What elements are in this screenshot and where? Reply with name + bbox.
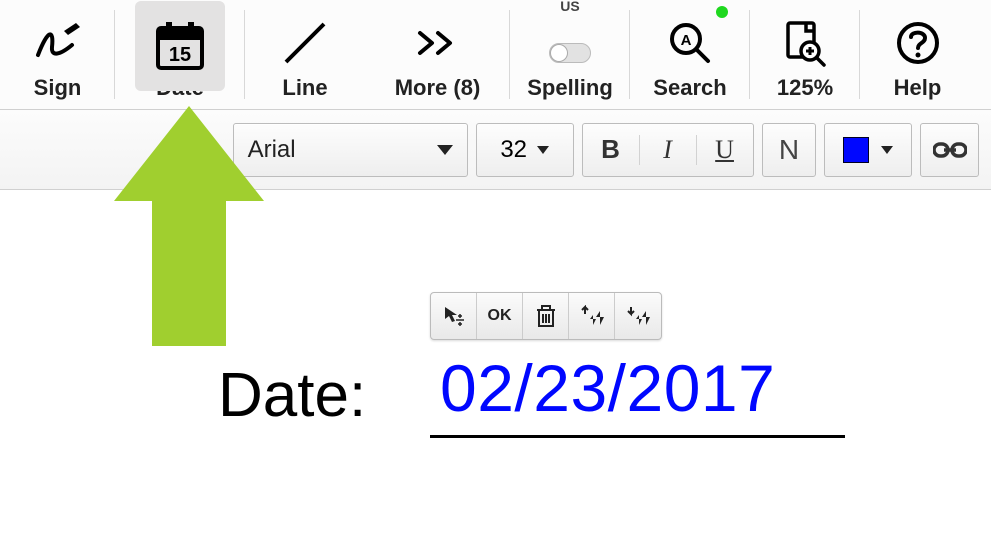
font-size-value: 32 [500,136,527,164]
decrease-icon [626,305,650,327]
color-swatch-icon [843,137,869,163]
help-button[interactable]: Help [860,0,975,109]
delete-button[interactable] [523,293,569,339]
trash-icon [536,305,556,327]
link-icon [933,140,967,160]
ok-button[interactable]: OK [477,293,523,339]
document-canvas[interactable]: OK Date: 02/23/2017 [0,190,991,549]
more-button[interactable]: More (8) [365,0,510,109]
calendar-icon: 15 [135,1,225,91]
chevron-down-icon [437,145,453,155]
sign-label: Sign [34,75,82,101]
date-field-underline [430,435,845,438]
text-color-dropdown[interactable] [824,123,912,177]
sign-icon [0,13,115,73]
zoom-label: 125% [777,75,833,101]
sign-button[interactable]: Sign [0,0,115,109]
font-name-value: Arial [248,136,296,164]
spelling-badge: US [560,0,579,14]
spelling-toggle-icon [510,13,630,73]
bold-button[interactable]: B [583,124,639,176]
format-toolbar-gap [0,110,233,189]
toggle-icon [549,43,591,63]
format-toolbar: Arial 32 B I U N [0,110,991,190]
normal-style-button[interactable]: N [762,123,817,177]
line-label: Line [282,75,327,101]
font-family-dropdown[interactable]: Arial [233,123,468,177]
date-icon-wrap: 15 [115,13,245,73]
search-label: Search [653,75,726,101]
chevron-down-icon [881,146,893,154]
more-label: More (8) [395,75,481,101]
chevron-down-icon [537,146,549,154]
increase-size-button[interactable] [569,293,615,339]
main-toolbar: Sign 15 Date Line More (8) [0,0,991,110]
search-button[interactable]: A Search [630,0,750,109]
line-icon [245,13,365,73]
line-button[interactable]: Line [245,0,365,109]
svg-text:A: A [681,32,692,49]
move-button[interactable] [431,293,477,339]
link-button[interactable] [920,123,979,177]
italic-button[interactable]: I [640,124,696,176]
more-icon [365,13,510,73]
spelling-label: Spelling [527,75,613,101]
zoom-icon [750,13,860,73]
search-icon: A [630,13,750,73]
move-cursor-icon [442,304,466,328]
help-icon [860,13,975,73]
help-label: Help [894,75,942,101]
zoom-button[interactable]: 125% [750,0,860,109]
underline-button[interactable]: U [697,124,753,176]
svg-text:15: 15 [169,44,191,66]
date-button[interactable]: 15 Date [115,0,245,109]
date-field-value[interactable]: 02/23/2017 [440,350,775,426]
spelling-button[interactable]: US Spelling [510,0,630,109]
font-size-dropdown[interactable]: 32 [476,123,574,177]
status-dot-icon [716,6,728,18]
text-style-group: B I U [582,123,754,177]
field-floating-toolbar: OK [430,292,662,340]
decrease-size-button[interactable] [615,293,661,339]
date-field-label: Date: [218,360,366,431]
increase-icon [580,305,604,327]
